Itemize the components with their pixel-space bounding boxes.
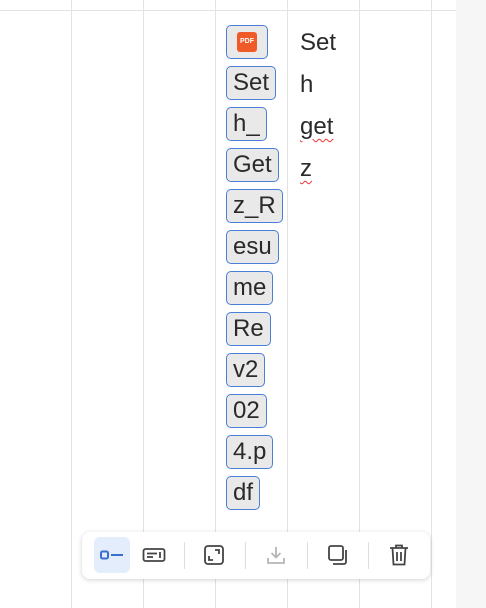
download-icon [267, 547, 285, 564]
grid-line [215, 0, 216, 608]
delete-icon [390, 544, 408, 566]
attachment-name-chip[interactable]: esu [226, 230, 279, 264]
pdf-file-icon: PDF [237, 32, 257, 52]
attachment-name-chip[interactable]: 4.p [226, 435, 274, 469]
card-view-icon [142, 548, 166, 562]
grid-line [431, 0, 432, 608]
expand-button[interactable] [196, 537, 232, 573]
grid-line [0, 10, 486, 11]
chip-label: h_ [233, 110, 260, 137]
grid-line [359, 0, 360, 608]
download-button[interactable] [258, 537, 294, 573]
toolbar-divider [368, 542, 369, 569]
attachment-name-chip[interactable]: Re [226, 312, 271, 346]
chip-label: esu [233, 233, 272, 260]
grid-line [143, 0, 144, 608]
pdf-attachment-chip[interactable]: PDF [226, 25, 268, 59]
duplicate-icon [328, 545, 347, 565]
chip-label: z_R [233, 192, 276, 219]
attachment-name-chip[interactable]: df [226, 476, 261, 510]
attachment-name-chip[interactable]: z_R [226, 189, 283, 223]
attachment-name-chip[interactable]: h_ [226, 107, 267, 141]
attachment-name-chip[interactable]: 02 [226, 394, 267, 428]
attachment-name-chip[interactable]: Get [226, 148, 279, 182]
grid-line [71, 0, 72, 608]
chip-label: df [233, 479, 254, 506]
inline-view-button[interactable] [94, 537, 130, 573]
toolbar-divider [307, 542, 308, 569]
chip-label: 02 [233, 397, 260, 424]
duplicate-button[interactable] [320, 537, 356, 573]
cell-word: Set [300, 29, 337, 56]
chip-label: Get [233, 151, 272, 178]
scroll-gutter [456, 0, 486, 608]
attachment-name-chip[interactable]: v2 [226, 353, 266, 387]
delete-button[interactable] [381, 537, 417, 573]
cell-word-misspelled: z [300, 155, 312, 182]
grid-line [287, 0, 288, 608]
attachment-name-chip[interactable]: Set [226, 66, 277, 100]
inline-view-icon [100, 550, 123, 560]
toolbar-divider [184, 542, 185, 569]
card-view-button[interactable] [136, 537, 172, 573]
attachment-toolbar [82, 532, 430, 579]
cell-word-misspelled: get [300, 113, 334, 140]
cell-word: h [300, 71, 314, 98]
chip-label: me [233, 274, 267, 301]
attachment-name-chip[interactable]: me [226, 271, 274, 305]
chip-label: Set [233, 69, 270, 96]
chip-label: 4.p [233, 438, 267, 465]
toolbar-divider [245, 542, 246, 569]
expand-icon [204, 545, 224, 565]
chip-label: Re [233, 315, 264, 342]
chip-label: v2 [233, 356, 259, 383]
